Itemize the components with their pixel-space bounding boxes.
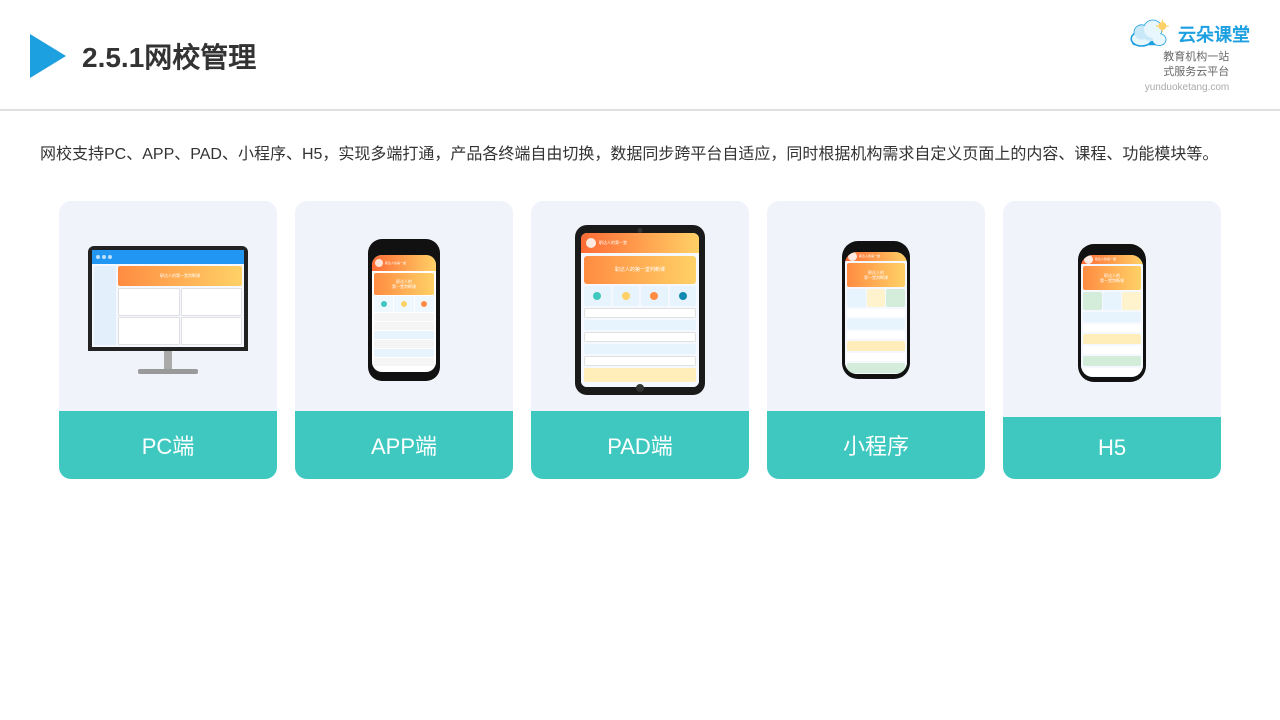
card-pc-label: PC端	[59, 411, 277, 479]
card-miniprogram-label: 小程序	[767, 411, 985, 479]
cards-row: 职达人的第一堂判断课	[40, 201, 1240, 479]
h5-phone-icon: 职达人的第一堂 职达人的第一堂判断课	[1078, 244, 1146, 382]
card-app: 职达人的第一堂 职达人的第一堂判断课	[295, 201, 513, 479]
miniprogram-phone-icon: 职达人的第一堂 职达人的第一堂判断课	[842, 241, 910, 379]
card-h5: 职达人的第一堂 职达人的第一堂判断课	[1003, 201, 1221, 479]
brand-slogan: 教育机构一站 式服务云平台 yunduoketang.com	[1145, 50, 1230, 95]
card-pad-image: 职达人的第一堂 职达人的第一堂判断课	[531, 201, 749, 411]
card-h5-image: 职达人的第一堂 职达人的第一堂判断课	[1003, 201, 1221, 417]
page-header: 2.5.1网校管理	[0, 0, 1280, 111]
logo-triangle-icon	[30, 34, 66, 78]
pc-monitor-icon: 职达人的第一堂判断课	[88, 246, 248, 374]
header-left: 2.5.1网校管理	[30, 34, 256, 78]
description-text: 网校支持PC、APP、PAD、小程序、H5，实现多端打通，产品各终端自由切换，数…	[40, 139, 1240, 171]
cloud-icon	[1124, 18, 1172, 50]
page-title: 2.5.1网校管理	[82, 36, 256, 76]
brand-name: 云朵课堂	[1178, 21, 1250, 47]
card-pad: 职达人的第一堂 职达人的第一堂判断课	[531, 201, 749, 479]
card-miniprogram-image: 职达人的第一堂 职达人的第一堂判断课	[767, 201, 985, 411]
brand-logo: 云朵课堂 教育机构一站 式服务云平台 yunduoketang.com	[1124, 18, 1250, 95]
main-content: 网校支持PC、APP、PAD、小程序、H5，实现多端打通，产品各终端自由切换，数…	[0, 111, 1280, 499]
card-miniprogram: 职达人的第一堂 职达人的第一堂判断课	[767, 201, 985, 479]
card-app-label: APP端	[295, 411, 513, 479]
card-h5-label: H5	[1003, 417, 1221, 479]
pad-tablet-icon: 职达人的第一堂 职达人的第一堂判断课	[575, 225, 705, 395]
cloud-logo: 云朵课堂	[1124, 18, 1250, 50]
card-app-image: 职达人的第一堂 职达人的第一堂判断课	[295, 201, 513, 411]
brand-url: yunduoketang.com	[1145, 81, 1230, 95]
card-pad-label: PAD端	[531, 411, 749, 479]
app-phone-icon: 职达人的第一堂 职达人的第一堂判断课	[368, 239, 440, 381]
card-pc-image: 职达人的第一堂判断课	[59, 201, 277, 411]
card-pc: 职达人的第一堂判断课	[59, 201, 277, 479]
